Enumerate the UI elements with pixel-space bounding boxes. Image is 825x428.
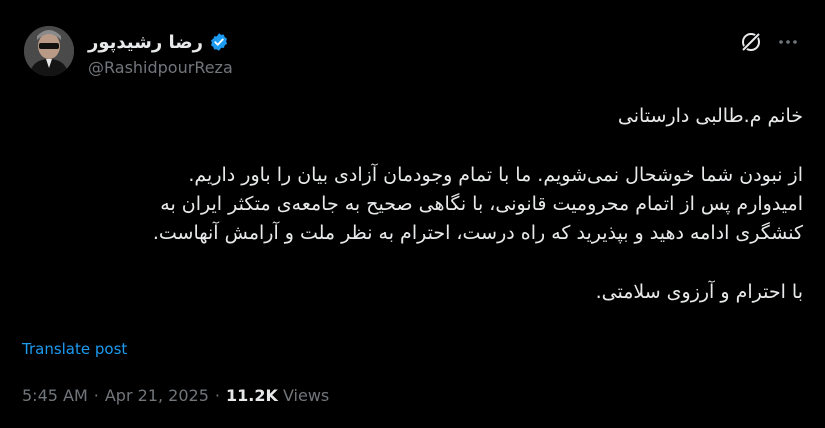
tweet-line: امیدوارم پس از اتمام محرومیت قانونی، با … bbox=[160, 193, 803, 215]
tweet-date[interactable]: Apr 21, 2025 bbox=[105, 386, 209, 405]
grok-icon[interactable] bbox=[739, 30, 763, 54]
tweet-salutation: خانم م.طالبی دارستانی bbox=[617, 105, 803, 127]
tweet-line: کنشگری ادامه دهید و بپذیرید که راه درست،… bbox=[152, 222, 803, 244]
separator: · bbox=[93, 386, 99, 405]
tweet-paragraph: از نبودن شما خوشحال نمی‌شویم. ما با تمام… bbox=[100, 161, 803, 248]
separator: · bbox=[214, 386, 220, 405]
author-handle[interactable]: @RashidpourReza bbox=[88, 58, 233, 77]
author-display-name[interactable]: رضا رشیدپور bbox=[88, 32, 203, 53]
views-label: Views bbox=[282, 386, 330, 405]
tweet-body: خانم م.طالبی دارستانی از نبودن شما خوشحا… bbox=[100, 102, 803, 307]
tweet-closing: با احترام و آرزوی سلامتی. bbox=[595, 281, 803, 303]
avatar[interactable] bbox=[24, 26, 74, 76]
more-options-icon[interactable] bbox=[776, 30, 800, 54]
tweet-meta: 5:45 AM · Apr 21, 2025 · 11.2K Views bbox=[22, 386, 329, 405]
tweet-time[interactable]: 5:45 AM bbox=[22, 386, 88, 405]
verified-badge-icon bbox=[209, 32, 229, 52]
views-count: 11.2K bbox=[225, 386, 278, 405]
author-name-row: رضا رشیدپور bbox=[88, 30, 229, 54]
tweet-line: از نبودن شما خوشحال نمی‌شویم. ما با تمام… bbox=[188, 164, 803, 186]
translate-post-link[interactable]: Translate post bbox=[22, 340, 127, 358]
